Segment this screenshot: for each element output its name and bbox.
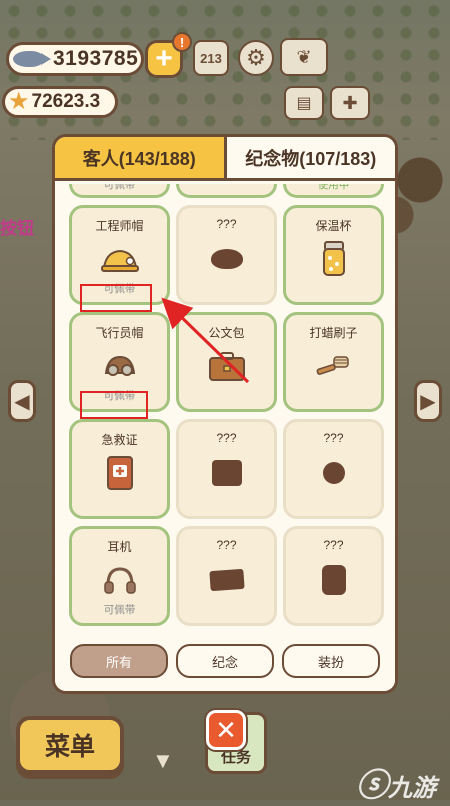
tab-souvenirs[interactable]: 纪念物(107/183)	[226, 137, 395, 178]
item-name: ???	[216, 431, 237, 445]
item-card-engineer-hat[interactable]: 工程师帽 可佩带	[69, 205, 170, 305]
ranking-icon[interactable]: 213	[193, 40, 229, 76]
fish-count: 3193785	[53, 47, 139, 70]
item-grid-scroll[interactable]: 可佩带 使用中 工程师帽 可佩带 ??? 保温杯 飞行员帽 可佩带 公文包 打蜡…	[55, 184, 395, 634]
item-status: 使用中	[317, 184, 350, 191]
fish-icon	[13, 51, 51, 67]
item-card-partial[interactable]: 可佩带	[69, 184, 170, 198]
tab-guests[interactable]: 客人(143/188)	[55, 137, 227, 178]
filter-all[interactable]: 所有	[70, 644, 168, 678]
star-icon: ★	[8, 88, 30, 115]
item-status: 可佩带	[103, 604, 136, 616]
item-card-partial[interactable]	[176, 184, 277, 198]
item-grid: 可佩带 使用中 工程师帽 可佩带 ??? 保温杯 飞行员帽 可佩带 公文包 打蜡…	[69, 184, 384, 626]
chevron-left-icon[interactable]: ◀	[8, 380, 36, 422]
item-status: 可佩带	[103, 184, 136, 191]
paw-book-icon[interactable]: ❦	[280, 38, 328, 76]
item-card-unknown[interactable]: ???	[176, 419, 277, 519]
item-name: 公文包	[208, 326, 245, 340]
item-card-partial[interactable]: 使用中	[283, 184, 384, 198]
notification-badge: !	[172, 32, 192, 52]
item-card-wax-brush[interactable]: 打蜡刷子	[283, 312, 384, 412]
background-text: 按钮	[0, 219, 34, 238]
briefcase-icon	[203, 346, 251, 386]
newspaper-icon[interactable]: ▤	[284, 86, 324, 120]
thermos-icon	[310, 239, 358, 279]
item-name: 急救证	[101, 433, 138, 447]
item-card-first-aid[interactable]: 急救证	[69, 419, 170, 519]
item-card-unknown[interactable]: ???	[176, 526, 277, 626]
filter-souvenir[interactable]: 纪念	[176, 644, 274, 678]
unknown-silhouette-icon	[203, 239, 251, 279]
close-button[interactable]: ✕	[206, 710, 246, 750]
filter-costume[interactable]: 装扮	[282, 644, 380, 678]
item-card-pilot-hat[interactable]: 飞行员帽 可佩带	[69, 312, 170, 412]
gear-icon[interactable]: ⚙	[238, 40, 274, 76]
item-status: 可佩带	[103, 283, 136, 295]
first-aid-card-icon	[96, 453, 144, 493]
engineer-hat-icon	[96, 239, 144, 279]
item-name: ???	[323, 538, 344, 552]
item-card-thermos[interactable]: 保温杯	[283, 205, 384, 305]
item-card-briefcase[interactable]: 公文包	[176, 312, 277, 412]
unknown-silhouette-icon	[203, 560, 251, 600]
item-card-unknown[interactable]: ???	[283, 419, 384, 519]
chevron-down-icon[interactable]: ▼	[152, 748, 174, 774]
star-count: 72623.3	[31, 91, 101, 112]
pilot-hat-icon	[96, 346, 144, 386]
fish-currency-counter: 3193785	[6, 42, 144, 76]
unknown-silhouette-icon	[310, 560, 358, 600]
item-name: 耳机	[107, 540, 132, 554]
item-name: 保温杯	[315, 219, 352, 233]
unknown-silhouette-icon	[310, 453, 358, 493]
panel-tabs: 客人(143/188) 纪念物(107/183)	[55, 137, 395, 181]
wax-brush-icon	[310, 346, 358, 386]
watermark-text: 九游	[388, 775, 437, 802]
item-name: ???	[216, 538, 237, 552]
item-name: 飞行员帽	[95, 326, 144, 340]
item-card-unknown[interactable]: ???	[176, 205, 277, 305]
item-card-unknown[interactable]: ???	[283, 526, 384, 626]
unknown-silhouette-icon	[203, 453, 251, 493]
collection-panel: 客人(143/188) 纪念物(107/183) 可佩带 使用中 工程师帽 可佩…	[52, 134, 398, 694]
item-status: 可佩带	[103, 390, 136, 402]
item-name: ???	[323, 431, 344, 445]
headphones-icon	[96, 560, 144, 600]
menu-button[interactable]: 菜单	[16, 716, 124, 774]
item-card-headphones[interactable]: 耳机 可佩带	[69, 526, 170, 626]
item-name: 工程师帽	[95, 219, 144, 233]
star-rating-counter: ★ 72623.3	[2, 86, 118, 118]
gamepad-icon[interactable]: ✚	[330, 86, 370, 120]
filter-bar: 所有 纪念 装扮	[55, 631, 395, 691]
item-name: 打蜡刷子	[309, 326, 358, 340]
watermark-logo: ⓢ九游	[356, 760, 436, 806]
watermark-icon: ⓢ	[356, 767, 389, 803]
item-name: ???	[216, 217, 237, 231]
chevron-right-icon[interactable]: ▶	[414, 380, 442, 422]
